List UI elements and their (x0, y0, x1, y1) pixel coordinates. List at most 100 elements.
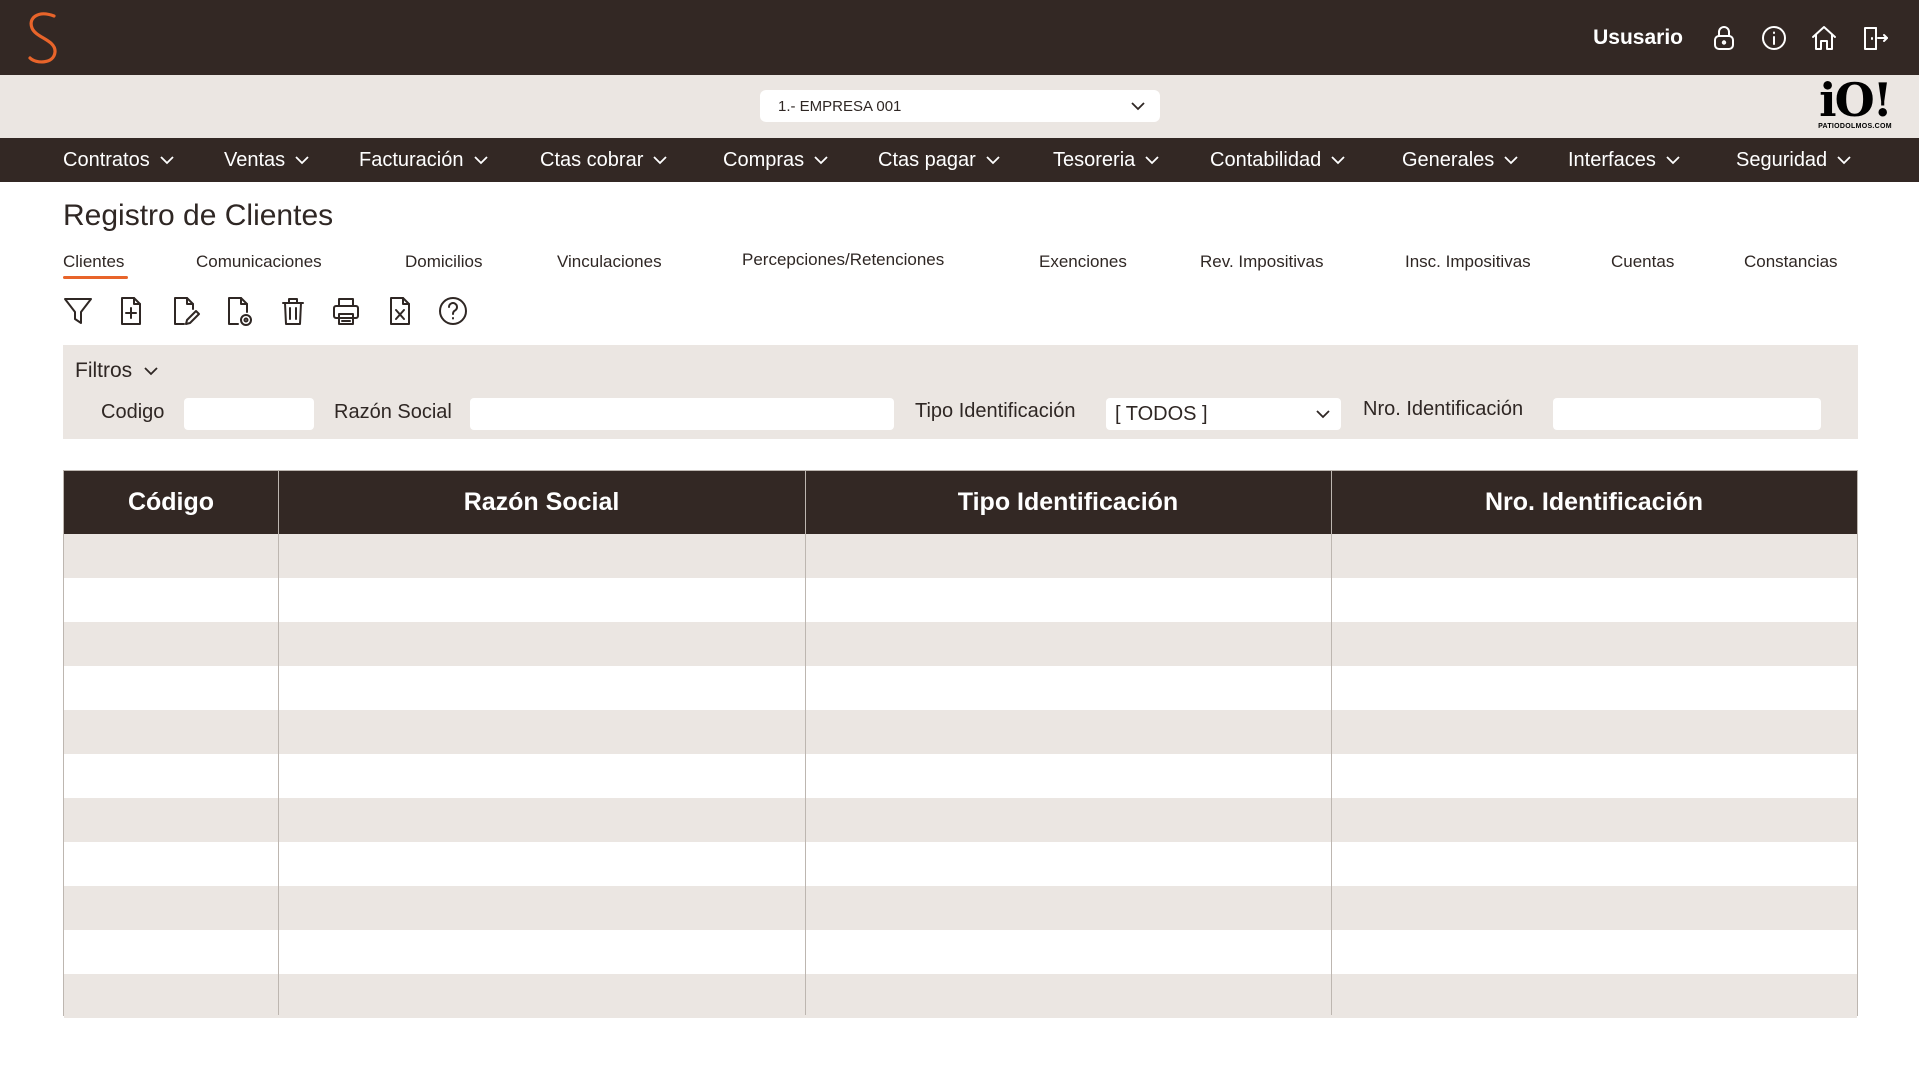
chevron-down-icon (1837, 156, 1851, 165)
table-header: Código Razón Social Tipo Identificación … (64, 471, 1857, 534)
nav-item-label: Compras (723, 148, 805, 171)
company-bar: 1.- EMPRESA 001 (0, 75, 1919, 138)
table-row[interactable] (64, 798, 1857, 842)
filters-toggle[interactable]: Filtros (75, 359, 160, 383)
main-nav: Contratos Ventas Facturación Ctas cobrar Com… (0, 138, 1919, 182)
new-document-icon[interactable] (114, 294, 148, 328)
nav-item-label: Ctas pagar (878, 148, 976, 171)
razon-social-input[interactable] (470, 398, 894, 430)
tab-percepciones-retenciones[interactable]: Percepciones/Retenciones (742, 250, 944, 270)
codigo-label: Codigo (101, 401, 165, 423)
home-icon[interactable] (1809, 23, 1839, 53)
filter-icon[interactable] (61, 294, 95, 328)
column-header-razon-social[interactable]: Razón Social (278, 471, 805, 534)
help-icon[interactable] (436, 294, 470, 328)
view-document-icon[interactable] (222, 294, 256, 328)
brand-logo-subtext: PATIODOLMOS.COM (1818, 123, 1892, 130)
tipo-identificacion-select[interactable]: [ TODOS ] (1106, 398, 1341, 430)
brand-logo: iO! PATIODOLMOS.COM (1817, 73, 1893, 134)
nav-item-label: Facturación (359, 148, 464, 171)
nav-item-label: Contabilidad (1210, 148, 1322, 171)
nav-item-label: Tesoreria (1053, 148, 1136, 171)
column-divider (805, 471, 806, 1015)
logout-icon[interactable] (1859, 23, 1889, 53)
chevron-down-icon (1331, 156, 1345, 165)
chevron-down-icon (144, 367, 158, 376)
nav-item-ctas-cobrar[interactable]: Ctas cobrar (540, 138, 669, 182)
column-divider (1331, 471, 1332, 1015)
print-icon[interactable] (329, 294, 363, 328)
table-row[interactable] (64, 886, 1857, 930)
tab-comunicaciones[interactable]: Comunicaciones (196, 252, 322, 272)
razon-social-label: Razón Social (334, 401, 452, 423)
nro-identificacion-input[interactable] (1553, 398, 1821, 430)
column-divider (278, 471, 279, 1015)
chevron-down-icon (1666, 156, 1680, 165)
nav-item-contratos[interactable]: Contratos (63, 138, 176, 182)
chevron-down-icon (1316, 410, 1330, 419)
edit-document-icon[interactable] (168, 294, 202, 328)
chevron-down-icon (295, 156, 309, 165)
tab-insc-impositivas[interactable]: Insc. Impositivas (1405, 252, 1531, 272)
lock-icon[interactable] (1709, 23, 1739, 53)
brand-logo-text: iO! (1819, 73, 1893, 127)
company-select-value: 1.- EMPRESA 001 (778, 97, 902, 115)
chevron-down-icon (160, 156, 174, 165)
tab-clientes[interactable]: Clientes (63, 252, 129, 279)
table-row[interactable] (64, 930, 1857, 974)
nro-identificacion-label: Nro. Identificación (1363, 398, 1524, 420)
chevron-down-icon (1504, 156, 1518, 165)
chevron-down-icon (473, 156, 488, 165)
table-row[interactable] (64, 622, 1857, 666)
filters-title: Filtros (75, 359, 133, 382)
top-bar: Ususario (0, 0, 1919, 75)
column-header-nro-identificacion[interactable]: Nro. Identificación (1331, 471, 1857, 534)
tab-cuentas[interactable]: Cuentas (1611, 252, 1674, 272)
table-row[interactable] (64, 578, 1857, 622)
filters-panel: Filtros Codigo Razón Social Tipo Identif… (63, 345, 1858, 439)
column-header-codigo[interactable]: Código (64, 471, 278, 534)
nav-item-ctas-pagar[interactable]: Ctas pagar (878, 138, 1002, 182)
tab-vinculaciones[interactable]: Vinculaciones (557, 252, 662, 272)
chevron-down-icon (986, 156, 1000, 165)
delete-icon[interactable] (276, 294, 310, 328)
chevron-down-icon (653, 156, 668, 165)
codigo-input[interactable] (184, 398, 314, 430)
nav-item-interfaces[interactable]: Interfaces (1568, 138, 1682, 182)
tab-rev-impositivas[interactable]: Rev. Impositivas (1200, 252, 1323, 272)
nav-item-facturaci-n[interactable]: Facturación (359, 138, 490, 182)
user-area: Ususario (1593, 0, 1889, 75)
nav-item-label: Ventas (224, 148, 286, 171)
clients-table: Código Razón Social Tipo Identificación … (63, 470, 1858, 1018)
table-row[interactable] (64, 666, 1857, 710)
tab-constancias[interactable]: Constancias (1744, 252, 1838, 272)
tipo-identificacion-label: Tipo Identificación (915, 400, 1076, 422)
user-name[interactable]: Ususario (1593, 26, 1683, 50)
nav-item-label: Interfaces (1568, 148, 1656, 171)
table-row[interactable] (64, 842, 1857, 886)
nav-item-seguridad[interactable]: Seguridad (1736, 138, 1853, 182)
nav-item-compras[interactable]: Compras (723, 138, 830, 182)
table-row[interactable] (64, 754, 1857, 798)
table-row[interactable] (64, 534, 1857, 578)
nav-item-ventas[interactable]: Ventas (224, 138, 311, 182)
excel-export-icon[interactable] (383, 294, 417, 328)
nav-item-label: Generales (1402, 148, 1495, 171)
column-header-tipo-identificacion[interactable]: Tipo Identificación (805, 471, 1331, 534)
table-body (64, 534, 1857, 1018)
info-icon[interactable] (1759, 23, 1789, 53)
chevron-down-icon (1131, 102, 1145, 111)
table-row[interactable] (64, 974, 1857, 1018)
nav-item-label: Ctas cobrar (540, 148, 644, 171)
nav-item-generales[interactable]: Generales (1402, 138, 1520, 182)
tab-domicilios[interactable]: Domicilios (405, 252, 482, 272)
tab-exenciones[interactable]: Exenciones (1039, 252, 1127, 272)
company-select[interactable]: 1.- EMPRESA 001 (760, 90, 1160, 122)
nav-item-label: Seguridad (1736, 148, 1828, 171)
table-row[interactable] (64, 710, 1857, 754)
nav-item-tesoreria[interactable]: Tesoreria (1053, 138, 1161, 182)
nav-item-contabilidad[interactable]: Contabilidad (1210, 138, 1347, 182)
chevron-down-icon (814, 156, 828, 165)
chevron-down-icon (1145, 156, 1159, 165)
app-logo-icon[interactable] (22, 10, 62, 66)
